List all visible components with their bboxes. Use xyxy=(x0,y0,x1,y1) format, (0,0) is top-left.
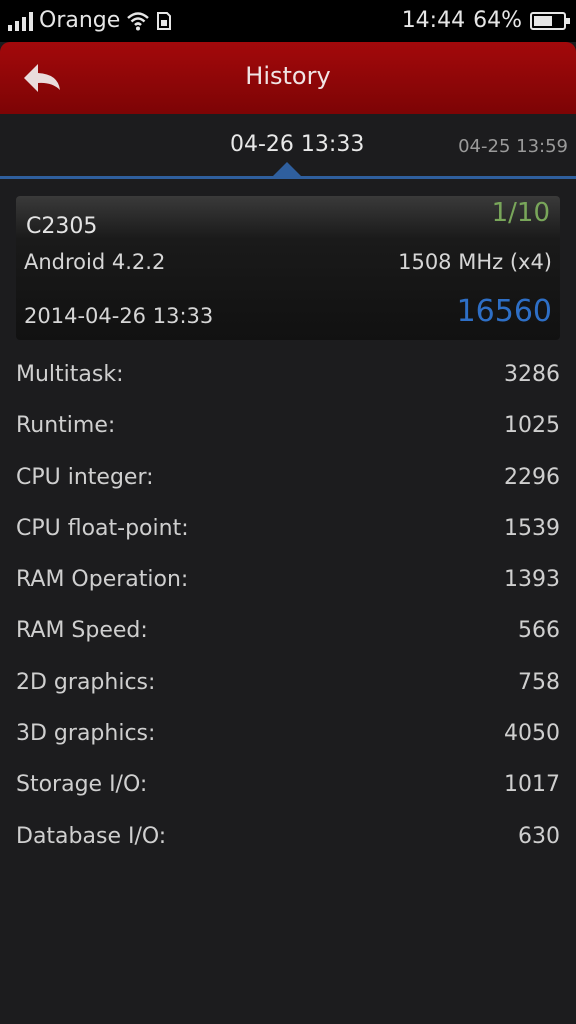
result-value: 630 xyxy=(518,823,560,849)
tab-next-date[interactable]: 04-25 13:59 xyxy=(458,136,568,157)
battery-fill xyxy=(534,15,552,26)
result-row-ram-operation: RAM Operation: 1393 xyxy=(16,559,560,610)
result-value: 3286 xyxy=(504,362,560,387)
result-label: RAM Speed: xyxy=(16,618,148,644)
result-row-database-io: Database I/O: 630 xyxy=(16,816,560,867)
result-label: Runtime: xyxy=(16,413,116,439)
results-list: Multitask: 3286 Runtime: 1025 CPU integer:… xyxy=(16,354,560,867)
result-row-multitask: Multitask: 3286 xyxy=(16,354,560,405)
device-model: C2305 xyxy=(26,214,98,239)
os-version: Android 4.2.2 xyxy=(24,250,166,274)
total-score: 16560 xyxy=(456,294,552,329)
wifi-icon xyxy=(127,11,150,30)
tab-active-date[interactable]: 04-26 13:33 xyxy=(230,132,364,157)
battery-percent: 64% xyxy=(473,8,522,33)
status-left: Orange xyxy=(8,8,172,33)
result-row-2d-graphics: 2D graphics: 758 xyxy=(16,662,560,713)
result-label: CPU float-point: xyxy=(16,515,189,541)
result-value: 566 xyxy=(518,618,560,644)
status-bar: Orange 14:44 64% xyxy=(0,0,576,42)
page-indicator: 1/10 xyxy=(491,198,550,228)
signal-icon xyxy=(8,11,33,31)
result-value: 1017 xyxy=(504,772,560,798)
date-tabs: 04-26 13:33 04-25 13:59 xyxy=(0,114,576,180)
status-right: 14:44 64% xyxy=(401,8,570,33)
result-row-cpu-float: CPU float-point: 1539 xyxy=(16,508,560,559)
tab-indicator xyxy=(272,162,302,177)
result-value: 1393 xyxy=(504,567,560,593)
result-value: 1539 xyxy=(504,515,560,541)
result-row-ram-speed: RAM Speed: 566 xyxy=(16,610,560,661)
clock: 14:44 xyxy=(401,8,466,33)
result-value: 1025 xyxy=(504,413,560,439)
result-row-3d-graphics: 3D graphics: 4050 xyxy=(16,713,560,764)
result-value: 4050 xyxy=(504,721,560,747)
result-label: 3D graphics: xyxy=(16,721,156,747)
result-label: 2D graphics: xyxy=(16,669,156,695)
result-value: 758 xyxy=(518,669,560,695)
carrier-name: Orange xyxy=(39,8,121,33)
result-label: Storage I/O: xyxy=(16,772,148,798)
page-title: History xyxy=(245,62,331,90)
result-row-runtime: Runtime: 1025 xyxy=(16,405,560,456)
battery-icon xyxy=(530,11,570,30)
result-label: Database I/O: xyxy=(16,823,167,849)
result-row-storage-io: Storage I/O: 1017 xyxy=(16,764,560,815)
result-label: Multitask: xyxy=(16,362,124,387)
tab-underline xyxy=(0,176,576,179)
result-row-cpu-integer: CPU integer: 2296 xyxy=(16,457,560,508)
app-header: History xyxy=(0,42,576,114)
sim-card-icon xyxy=(157,11,172,30)
summary-card: C2305 1/10 Android 4.2.2 1508 MHz (x4) 2… xyxy=(16,196,560,340)
result-value: 2296 xyxy=(504,464,560,490)
result-label: RAM Operation: xyxy=(16,567,189,593)
test-date: 2014-04-26 13:33 xyxy=(24,304,214,328)
result-label: CPU integer: xyxy=(16,464,154,490)
cpu-info: 1508 MHz (x4) xyxy=(398,250,552,274)
